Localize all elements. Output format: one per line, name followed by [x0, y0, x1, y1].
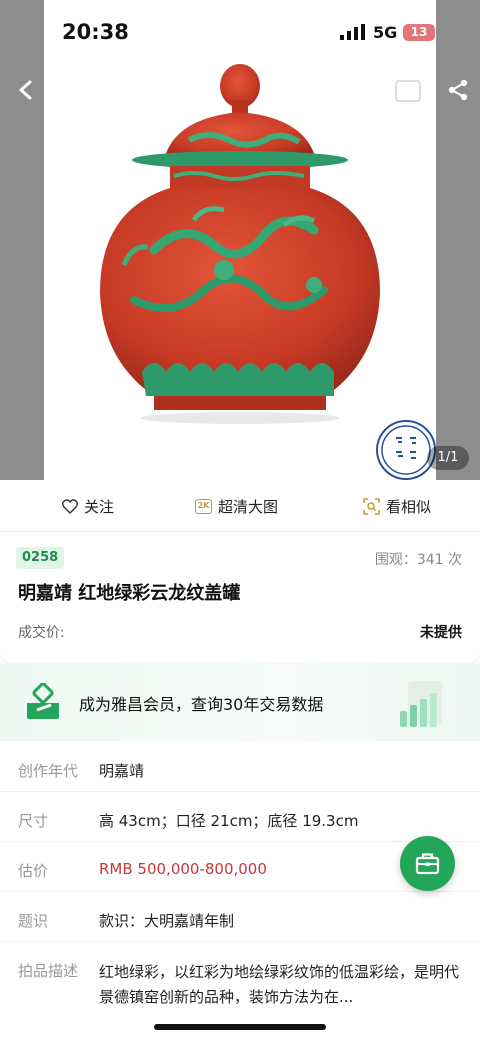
- divider: [0, 791, 480, 792]
- heart-icon: [62, 499, 78, 514]
- hd-image-label: 超清大图: [218, 498, 279, 516]
- detail-label: 创作年代: [18, 762, 79, 780]
- detail-label: 尺寸: [18, 812, 49, 830]
- network-type: 5G: [373, 23, 398, 42]
- follow-button[interactable]: 关注: [62, 496, 114, 517]
- detail-label: 拍品描述: [18, 962, 79, 980]
- membership-text: 成为雅昌会员，查询30年交易数据: [79, 695, 324, 714]
- lot-description[interactable]: 红地绿彩，以红彩为地绘绿彩纹饰的低温彩绘，是明代景德镇窑创新的品种，装饰方法为在…: [99, 960, 459, 1010]
- status-time: 20:38: [62, 20, 129, 44]
- lot-image[interactable]: [44, 0, 436, 480]
- scan-icon: [363, 498, 380, 515]
- battery-indicator: 13: [403, 24, 435, 41]
- home-indicator: [154, 1024, 326, 1030]
- detail-value: 高 43cm；口径 21cm；底径 19.3cm: [99, 812, 359, 830]
- hd-image-button[interactable]: 2K 超清大图: [195, 496, 278, 517]
- final-price-label: 成交价:: [18, 625, 65, 641]
- lot-title: 明嘉靖 红地绿彩云龙纹盖罐: [18, 583, 241, 604]
- signal-icon: [340, 24, 365, 40]
- chart-icon: [400, 681, 442, 727]
- follow-label: 关注: [84, 498, 115, 516]
- final-price-value: 未提供: [420, 625, 462, 641]
- divider: [0, 891, 480, 892]
- membership-icon: [27, 683, 59, 719]
- find-similar-label: 看相似: [386, 498, 432, 516]
- detail-label: 估价: [18, 862, 49, 880]
- image-gallery[interactable]: 20:38 5G 13 1/1: [0, 0, 480, 480]
- estimate-value: RMB 500,000-800,000: [99, 860, 267, 878]
- detail-value: 明嘉靖: [99, 762, 145, 780]
- 2k-icon: 2K: [195, 499, 212, 514]
- divider: [0, 941, 480, 942]
- briefcase-button[interactable]: [400, 836, 455, 891]
- membership-banner[interactable]: 成为雅昌会员，查询30年交易数据: [0, 663, 480, 741]
- back-icon[interactable]: [12, 76, 40, 104]
- reign-mark-seal-image: [376, 420, 436, 480]
- edit-icon[interactable]: [395, 80, 421, 102]
- screen: 20:38 5G 13 1/1 关注 2K 超清大图 看相似 0258 围观：3…: [0, 0, 480, 1040]
- action-bar: 关注 2K 超清大图 看相似: [0, 480, 480, 532]
- image-counter: 1/1: [427, 446, 469, 470]
- detail-value: 款识：大明嘉靖年制: [99, 912, 235, 930]
- lot-info-card: 0258 围观：341 次 明嘉靖 红地绿彩云龙纹盖罐 成交价: 未提供: [0, 533, 480, 663]
- briefcase-icon: [415, 853, 440, 875]
- status-bar: 20:38 5G 13: [0, 0, 480, 64]
- view-count: 围观：341 次: [374, 552, 462, 568]
- find-similar-button[interactable]: 看相似: [363, 496, 431, 517]
- detail-label: 题识: [18, 912, 49, 930]
- lot-number-badge: 0258: [16, 547, 65, 569]
- covered-jar-illustration: [100, 64, 380, 424]
- share-icon[interactable]: [446, 78, 470, 102]
